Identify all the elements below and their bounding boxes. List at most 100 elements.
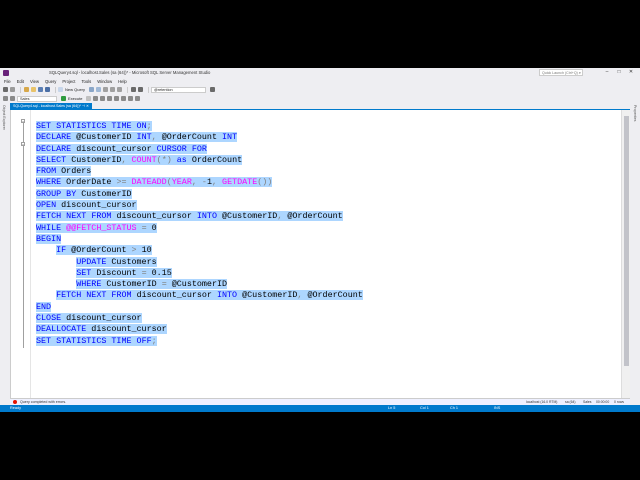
- menu-project[interactable]: Project: [62, 79, 75, 84]
- back-icon[interactable]: [3, 87, 8, 92]
- code-line-text: DEALLOCATE discount_cursor: [36, 324, 167, 335]
- code-line-text: IF @OrderCount > 10: [56, 245, 152, 256]
- query-editor[interactable]: − − SET STATISTICS TIME ON; DECLARE @Cust…: [10, 110, 630, 400]
- code-line-text: END: [36, 301, 52, 312]
- code-line[interactable]: SET Discount = 0.15: [36, 267, 618, 279]
- find-icon[interactable]: [210, 87, 216, 92]
- separator: [127, 86, 128, 93]
- new-query-icon[interactable]: [58, 87, 63, 92]
- database-select[interactable]: Sales: [17, 95, 57, 102]
- menu-file[interactable]: File: [4, 79, 11, 84]
- code-line[interactable]: BEGIN: [36, 233, 618, 245]
- scrollbar-thumb[interactable]: [624, 116, 629, 366]
- database-query-icon[interactable]: [89, 87, 95, 92]
- code-line[interactable]: GROUP BY CustomerID: [36, 188, 618, 200]
- code-line[interactable]: CLOSE discount_cursor: [36, 313, 618, 324]
- open-file-icon[interactable]: [30, 87, 36, 92]
- execute-button[interactable]: Execute: [68, 96, 82, 101]
- new-project-icon[interactable]: [23, 87, 29, 92]
- code-line[interactable]: IF @OrderCount > 10: [36, 245, 618, 256]
- properties-tab[interactable]: Properties: [631, 103, 640, 405]
- minimize-button[interactable]: –: [602, 69, 612, 76]
- sql-editor-toolbar: Sales Execute: [0, 94, 640, 103]
- window-title: SQLQuery4.sql - localhost.Sales (sa (64)…: [49, 70, 211, 75]
- menu-window[interactable]: Window: [97, 79, 112, 84]
- editor-gutter: − −: [11, 110, 31, 400]
- properties-label: Properties: [633, 105, 637, 122]
- code-line[interactable]: SET STATISTICS TIME ON;: [36, 121, 618, 132]
- separator: [20, 86, 21, 93]
- comment-icon[interactable]: [121, 96, 127, 101]
- status-bar: Ready Ln 5 Col 1 Ch 1 INS: [0, 405, 640, 412]
- connect-icon[interactable]: [3, 96, 8, 101]
- cut-icon[interactable]: [103, 87, 109, 92]
- menu-tools[interactable]: Tools: [81, 79, 91, 84]
- menu-query[interactable]: Query: [45, 79, 56, 84]
- execute-icon[interactable]: [61, 96, 66, 101]
- ssms-logo-icon: [3, 69, 9, 76]
- code-line[interactable]: END: [36, 301, 618, 313]
- code-line-text: WHERE OrderDate >= DATEADD(YEAR, -1, GET…: [36, 177, 273, 188]
- outline-line: [23, 120, 24, 348]
- search-icon: ⌕: [578, 70, 581, 75]
- status-insert-mode: INS: [494, 406, 501, 410]
- code-line[interactable]: WHERE OrderDate >= DATEADD(YEAR, -1, GET…: [36, 177, 618, 188]
- vertical-scrollbar[interactable]: [621, 110, 630, 400]
- menu-bar: File Edit View Query Project Tools Windo…: [0, 77, 640, 85]
- code-line[interactable]: DECLARE @CustomerID INT, @OrderCount INT: [36, 132, 618, 143]
- standard-toolbar: New Query @retention: [0, 85, 640, 94]
- object-explorer-label: Object Explorer: [2, 105, 6, 130]
- code-line[interactable]: SET STATISTICS TIME OFF;: [36, 335, 618, 347]
- code-line[interactable]: FETCH NEXT FROM discount_cursor INTO @Cu…: [36, 211, 618, 222]
- new-query-button[interactable]: New Query: [65, 87, 85, 92]
- menu-help[interactable]: Help: [118, 79, 127, 84]
- tab-sqlquery4[interactable]: SQLQuery4.sql - localhost.Sales (sa (64)…: [10, 103, 93, 109]
- code-area[interactable]: SET STATISTICS TIME ON; DECLARE @Customer…: [36, 121, 618, 347]
- forward-icon[interactable]: [10, 87, 15, 92]
- code-line[interactable]: FROM Orders: [36, 166, 618, 177]
- redo-icon[interactable]: [137, 87, 143, 92]
- code-line[interactable]: DEALLOCATE discount_cursor: [36, 324, 618, 335]
- estimated-plan-icon[interactable]: [100, 96, 106, 101]
- indent-icon[interactable]: [135, 96, 141, 101]
- code-line-text: CLOSE discount_cursor: [36, 313, 142, 324]
- code-line[interactable]: DECLARE discount_cursor CURSOR FOR: [36, 143, 618, 155]
- code-line-text: WHILE @@FETCH_STATUS = 0: [36, 222, 157, 233]
- code-line[interactable]: WHERE CustomerID = @CustomerID: [36, 279, 618, 290]
- menu-view[interactable]: View: [30, 79, 39, 84]
- mdx-query-icon[interactable]: [96, 87, 102, 92]
- collapse-icon[interactable]: −: [21, 142, 25, 147]
- code-line[interactable]: SELECT CustomerID, COUNT(*) as OrderCoun…: [36, 154, 618, 166]
- code-line[interactable]: UPDATE Customers: [36, 256, 618, 268]
- title-bar: SQLQuery4.sql - localhost.Sales (sa (64)…: [0, 68, 640, 77]
- uncomment-icon[interactable]: [128, 96, 134, 101]
- close-button[interactable]: ✕: [626, 69, 636, 76]
- save-all-icon[interactable]: [44, 87, 50, 92]
- paste-icon[interactable]: [117, 87, 123, 92]
- results-grid-icon[interactable]: [114, 96, 120, 101]
- separator: [147, 86, 149, 93]
- tab-label: SQLQuery4.sql - localhost.Sales (sa (64)…: [13, 104, 81, 108]
- parse-icon[interactable]: [93, 96, 99, 101]
- change-connection-icon[interactable]: [10, 96, 15, 101]
- cancel-query-icon[interactable]: [86, 96, 92, 101]
- save-icon[interactable]: [37, 87, 43, 92]
- quick-launch-placeholder: Quick Launch (Ctrl+Q): [542, 71, 578, 75]
- menu-edit[interactable]: Edit: [17, 79, 24, 84]
- copy-icon[interactable]: [110, 87, 116, 92]
- undo-icon[interactable]: [130, 87, 136, 92]
- code-line[interactable]: OPEN discount_cursor: [36, 200, 618, 211]
- object-explorer-tab[interactable]: Object Explorer: [0, 103, 9, 405]
- pin-icon[interactable]: ⊣ ✕: [82, 104, 89, 108]
- query-status-message: Query completed with errors.: [20, 400, 67, 404]
- query-status-bar: Query completed with errors. localhost (…: [10, 398, 630, 405]
- code-line[interactable]: FETCH NEXT FROM discount_cursor INTO @Cu…: [36, 290, 618, 301]
- code-line[interactable]: WHILE @@FETCH_STATUS = 0: [36, 222, 618, 234]
- search-combo[interactable]: @retention: [151, 86, 207, 93]
- quick-launch-input[interactable]: Quick Launch (Ctrl+Q) ⌕: [539, 69, 583, 76]
- code-line-text: SELECT CustomerID, COUNT(*) as OrderCoun…: [36, 154, 243, 165]
- intellisense-icon[interactable]: [107, 96, 113, 101]
- code-line-text: SET STATISTICS TIME OFF;: [36, 335, 157, 346]
- maximize-button[interactable]: □: [614, 69, 624, 76]
- collapse-icon[interactable]: −: [21, 119, 25, 124]
